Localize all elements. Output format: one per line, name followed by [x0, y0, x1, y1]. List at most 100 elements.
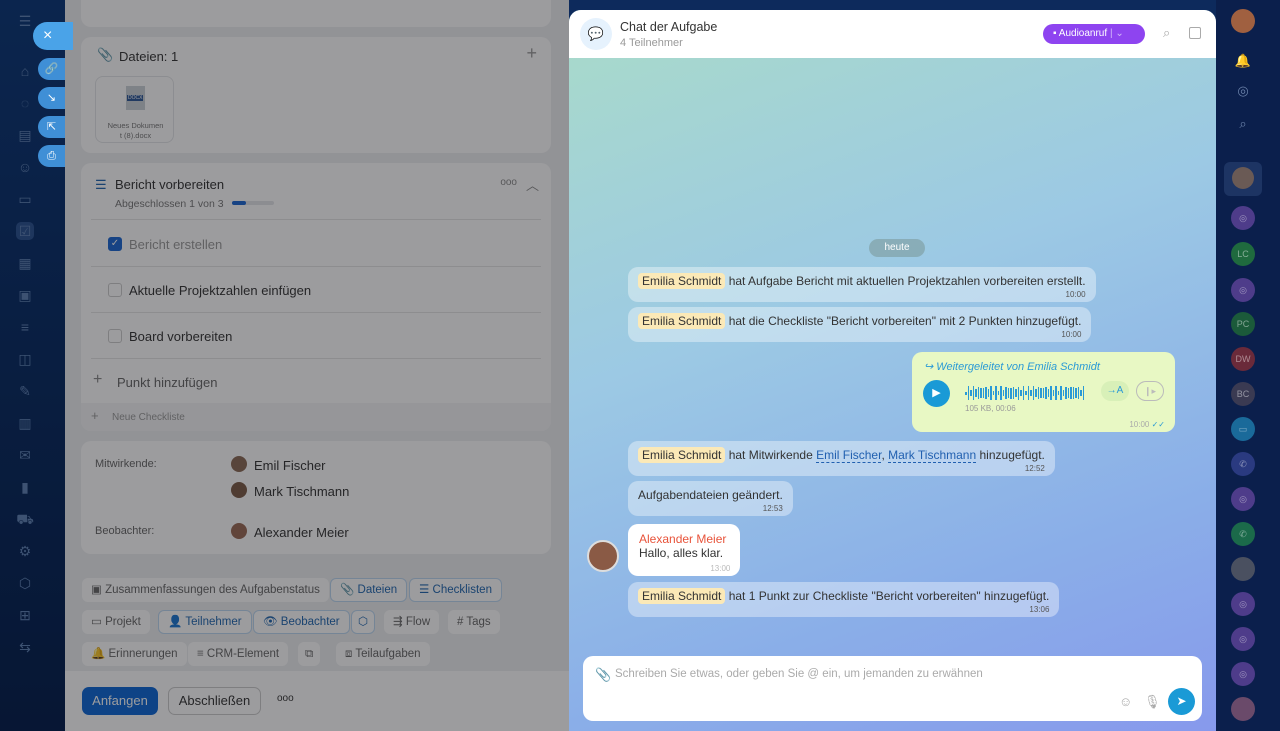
waveform-bar: [1062, 389, 1064, 397]
date-divider: heute: [869, 239, 925, 257]
user-link[interactable]: Emil Fischer: [816, 448, 882, 463]
waveform-bar: [1025, 391, 1027, 395]
waveform-bar: [965, 391, 967, 395]
waveform-bar: [967, 386, 969, 400]
waveform[interactable]: [965, 386, 1084, 400]
chat-subtitle[interactable]: 4 Teilnehmer: [620, 37, 683, 49]
waveform-bar: [1075, 388, 1077, 398]
chat-avatar[interactable]: ◎: [1231, 278, 1255, 302]
waveform-bar: [1047, 389, 1049, 397]
waveform-bar: [975, 388, 977, 398]
system-message: Emilia Schmidt hat 1 Punkt zur Checklist…: [628, 582, 1060, 617]
chat-avatar[interactable]: DW: [1231, 347, 1255, 371]
microphone-icon[interactable]: 🎙: [1144, 694, 1161, 710]
print-button[interactable]: ⎙: [38, 145, 65, 167]
search-chat-icon[interactable]: ⌕: [1231, 112, 1255, 136]
emoji-icon[interactable]: ☺: [1119, 694, 1132, 709]
system-message: Emilia Schmidt hat Mitwirkende Emil Fisc…: [628, 441, 1055, 476]
waveform-bar: [990, 386, 992, 400]
waveform-bar: [1045, 386, 1047, 400]
attach-icon[interactable]: 📎: [595, 667, 611, 683]
phone-icon[interactable]: ✆: [1231, 522, 1255, 546]
waveform-bar: [1027, 386, 1029, 400]
read-check-icon: ✓✓: [1151, 420, 1165, 429]
waveform-bar: [1067, 388, 1069, 398]
waveform-bar: [1040, 387, 1042, 399]
video-icon: ▪: [1053, 28, 1057, 39]
waveform-bar: [980, 387, 982, 399]
waveform-bar: [1012, 387, 1014, 399]
sidebar-toggle-icon[interactable]: [1189, 27, 1201, 39]
waveform-bar: [997, 390, 999, 396]
chat-avatar[interactable]: ◎: [1231, 487, 1255, 511]
phone-icon[interactable]: ✆: [1231, 452, 1255, 476]
chat-avatar[interactable]: ▭: [1231, 417, 1255, 441]
chat-avatar[interactable]: BC: [1231, 382, 1255, 406]
waveform-bar: [1010, 387, 1012, 399]
chat-avatar[interactable]: PC: [1231, 312, 1255, 336]
print-icon: ⎙: [47, 150, 56, 162]
waveform-bar: [972, 386, 974, 400]
nav-overlay: [0, 0, 65, 731]
waveform-bar: [1005, 386, 1007, 400]
waveform-bar: [1065, 386, 1067, 400]
chat-avatar[interactable]: ◎: [1231, 206, 1255, 230]
waveform-bar: [985, 386, 987, 400]
transcribe-button[interactable]: →A: [1101, 381, 1129, 401]
audio-call-button[interactable]: ▪ Audioanruf | ⌄: [1043, 24, 1145, 44]
waveform-bar: [1017, 386, 1019, 400]
message-time: 10:00 ✓✓: [1129, 420, 1165, 429]
recent-chat[interactable]: [1224, 162, 1262, 196]
waveform-bar: [1037, 386, 1039, 400]
waveform-bar: [992, 390, 994, 396]
system-message: Aufgabendateien geändert. 12:53: [628, 481, 793, 516]
waveform-bar: [970, 390, 972, 396]
close-button[interactable]: ×: [33, 22, 73, 50]
user-link[interactable]: Mark Tischmann: [888, 448, 977, 463]
user-message: Alexander Meier Hallo, alles klar. 13:00: [628, 524, 741, 576]
chat-avatar[interactable]: [1231, 557, 1255, 581]
open-new-window-button[interactable]: ⇱: [38, 116, 65, 138]
external-icon: ⇱: [46, 121, 57, 133]
send-button[interactable]: ➤: [1168, 688, 1195, 715]
message-input[interactable]: 📎 Schreiben Sie etwas, oder geben Sie @ …: [583, 656, 1202, 721]
waveform-bar: [1055, 386, 1057, 400]
chat-avatar[interactable]: LC: [1231, 242, 1255, 266]
waveform-bar: [1060, 386, 1062, 400]
user-avatar[interactable]: [1231, 9, 1255, 33]
waveform-bar: [1042, 387, 1044, 399]
chat-title: Chat der Aufgabe: [620, 20, 718, 34]
waveform-bar: [1057, 391, 1059, 395]
waveform-bar: [1020, 389, 1022, 397]
voice-meta: 105 KB, 00:06: [965, 404, 1016, 413]
chat-avatar[interactable]: ◎: [1231, 592, 1255, 616]
download-icon: ↘: [46, 92, 57, 104]
chat-avatar[interactable]: [1231, 697, 1255, 721]
search-icon[interactable]: ⌕: [1163, 25, 1170, 41]
activity-icon[interactable]: ◎: [1231, 79, 1255, 103]
system-message: Emilia Schmidt hat Aufgabe Bericht mit a…: [628, 267, 1096, 302]
waveform-bar: [977, 387, 979, 399]
copy-link-button[interactable]: 🔗: [38, 58, 65, 80]
waveform-bar: [1015, 388, 1017, 398]
waveform-bar: [987, 389, 989, 397]
play-button[interactable]: ▶: [923, 380, 950, 407]
waveform-bar: [1070, 387, 1072, 399]
sender-name: Alexander Meier: [639, 532, 727, 546]
waveform-bar: [1080, 389, 1082, 397]
chat-avatar[interactable]: ◎: [1231, 662, 1255, 686]
notifications-icon[interactable]: 🔔: [1231, 49, 1255, 73]
waveform-bar: [1000, 386, 1002, 400]
waveform-bar: [1077, 386, 1079, 400]
chat-panel: 💬 Chat der Aufgabe 4 Teilnehmer ▪ Audioa…: [569, 10, 1216, 731]
chat-avatar[interactable]: ◎: [1231, 627, 1255, 651]
waveform-bar: [1052, 390, 1054, 396]
avatar[interactable]: [587, 540, 619, 572]
waveform-bar: [1032, 386, 1034, 400]
download-button[interactable]: ↘: [38, 87, 65, 109]
link-icon: 🔗: [44, 63, 59, 75]
system-message: Emilia Schmidt hat die Checkliste "Beric…: [628, 307, 1092, 342]
waveform-bar: [982, 388, 984, 398]
close-icon: ×: [43, 27, 53, 44]
speed-button[interactable]: ❙▸: [1136, 381, 1164, 401]
